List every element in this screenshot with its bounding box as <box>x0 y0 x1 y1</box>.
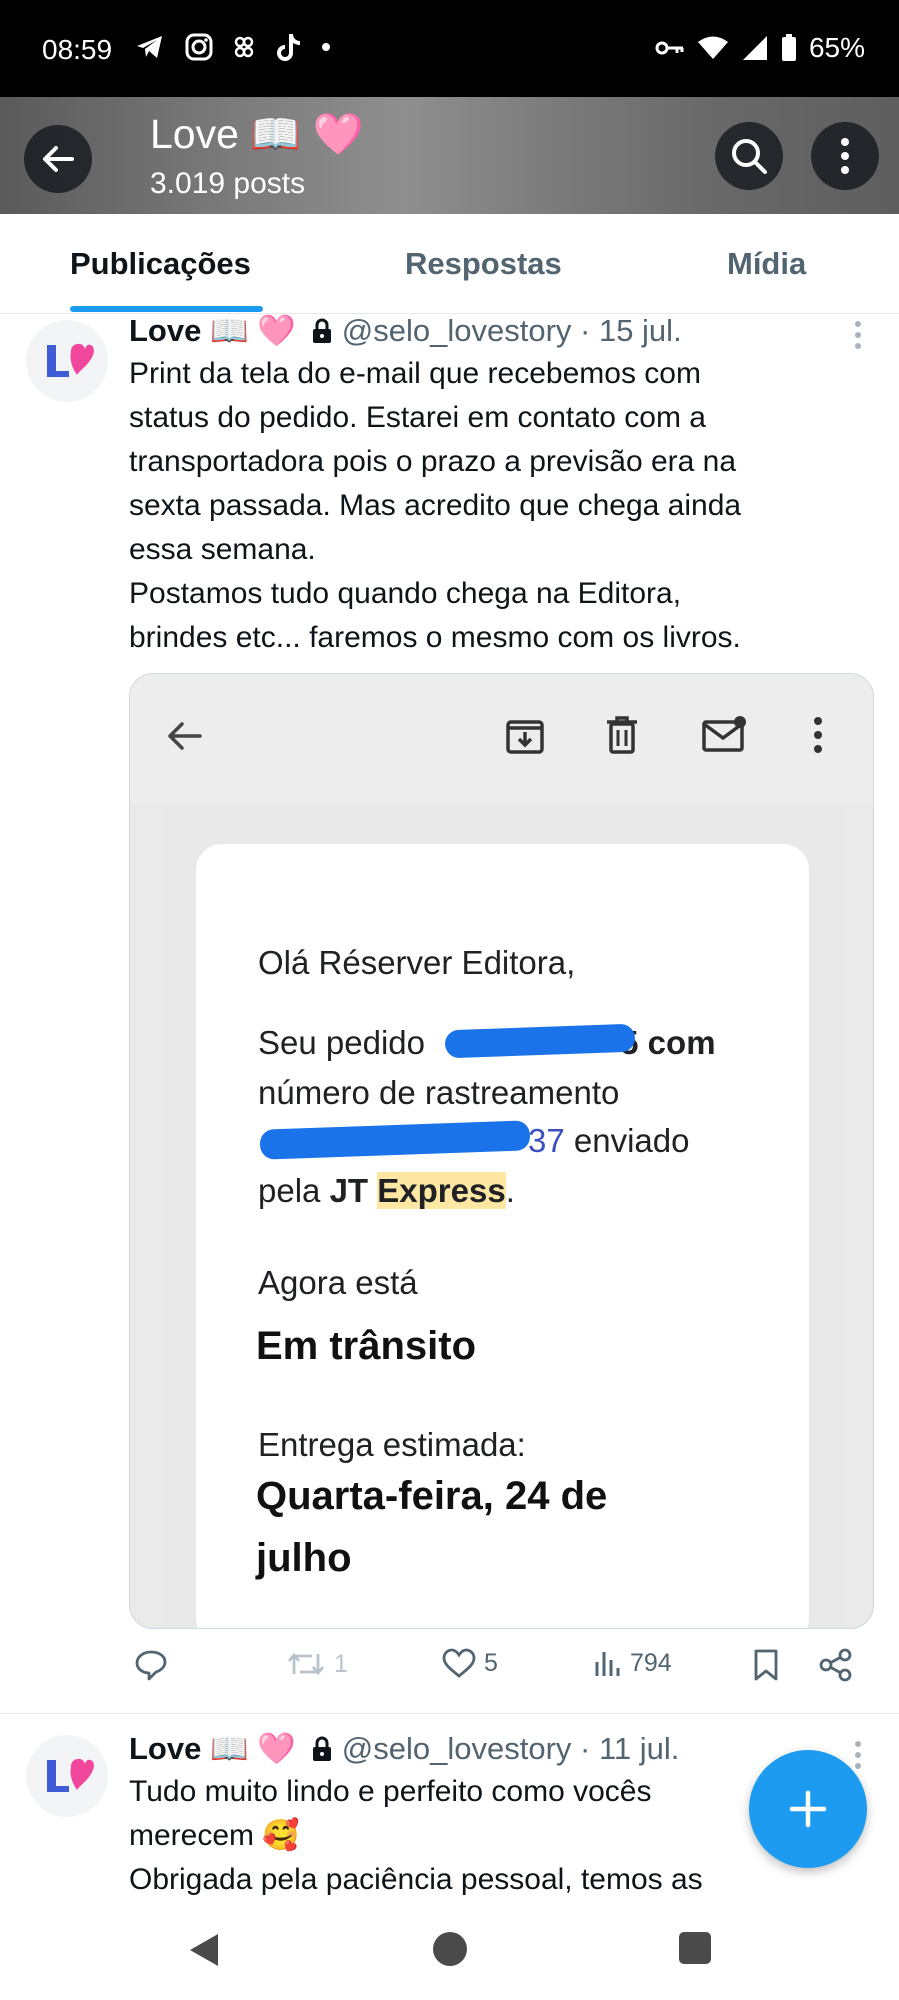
email-greeting: Olá Réserver Editora, <box>258 944 576 981</box>
post-text-line: Postamos tudo quando chega na Editora, <box>129 577 682 610</box>
email-tracking-label: número de rastreamento <box>258 1074 620 1111</box>
post-actions: 1 5 794 <box>0 1648 899 1698</box>
email-text: JT <box>329 1172 369 1209</box>
email-text: pela <box>258 1172 321 1209</box>
post-text: Tudo muito lindo e perfeito como vocês m… <box>129 1770 779 1902</box>
post-handle-date[interactable]: @selo_lovestory · 15 jul. <box>342 313 682 349</box>
retweet-count: 1 <box>334 1649 348 1678</box>
search-button[interactable] <box>715 122 783 190</box>
email-text: 5 com <box>620 1024 716 1061</box>
instagram-icon <box>185 33 213 61</box>
like-count: 5 <box>484 1648 498 1677</box>
arrow-left-icon <box>168 722 202 750</box>
wifi-icon <box>697 36 728 59</box>
plus-icon <box>789 1790 827 1828</box>
retweet-button[interactable]: 1 <box>286 1648 348 1680</box>
email-toolbar <box>130 674 873 804</box>
signal-icon <box>742 36 767 60</box>
email-highlight: Express <box>377 1172 506 1209</box>
post-text-line: status do pedido. Estarei em contato com… <box>129 401 706 434</box>
key-icon <box>655 41 684 55</box>
post-text-line: essa semana. <box>129 533 316 566</box>
post-divider <box>0 1713 899 1714</box>
avatar[interactable] <box>26 1735 108 1817</box>
trash-icon <box>607 716 637 754</box>
love-logo-icon <box>47 343 94 377</box>
nav-home-icon[interactable] <box>431 1930 469 1968</box>
bookmark-icon <box>754 1649 778 1681</box>
profile-header: Love 📖 🩷 3.019 posts <box>0 97 899 214</box>
search-icon <box>732 139 767 174</box>
telegram-icon <box>137 36 162 58</box>
status-time: 08:59 <box>42 34 113 65</box>
email-text: 37 <box>528 1122 565 1159</box>
nav-back-icon[interactable] <box>186 1930 222 1970</box>
heart-icon <box>442 1648 476 1678</box>
avatar[interactable] <box>26 320 108 402</box>
link-icon <box>234 36 254 58</box>
tab-publicacoes[interactable]: Publicações <box>70 246 251 282</box>
nav-recents-icon[interactable] <box>677 1930 713 1966</box>
back-button[interactable] <box>24 125 92 193</box>
email-delivery-date: julho <box>256 1536 352 1580</box>
post-text-line: brindes etc... faremos o mesmo com os li… <box>129 621 741 654</box>
post-text-line: merecem 🥰 <box>129 1819 300 1852</box>
view-count: 794 <box>630 1648 672 1677</box>
email-delivery-label: Entrega estimada: <box>258 1426 526 1463</box>
system-nav-bar <box>0 1900 899 2000</box>
bookmark-button[interactable] <box>752 1648 780 1682</box>
dot-icon <box>322 43 330 51</box>
arrow-left-icon <box>43 146 74 172</box>
post-handle-date[interactable]: @selo_lovestory · 11 jul. <box>342 1731 680 1767</box>
love-logo-icon <box>47 1758 94 1792</box>
profile-tabs: Publicações Respostas Mídia <box>0 214 899 314</box>
tab-midia[interactable]: Mídia <box>727 246 806 282</box>
tab-respostas[interactable]: Respostas <box>405 246 562 282</box>
posts-count: 3.019 posts <box>150 167 306 200</box>
post-text: Print da tela do e-mail que recebemos co… <box>129 352 864 660</box>
status-icons-left <box>135 32 331 62</box>
bar-chart-icon <box>595 1652 620 1676</box>
status-bar: 08:59 65% <box>0 0 899 100</box>
email-text: . <box>505 1172 515 1209</box>
lock-icon <box>312 1736 331 1761</box>
email-text: Seu pedido <box>258 1024 425 1061</box>
post-author[interactable]: Love 📖 🩷 <box>129 312 296 349</box>
battery-percent: 65% <box>808 32 865 63</box>
post-header: Love 📖 🩷 @selo_lovestory · 15 jul. <box>129 312 682 349</box>
share-icon <box>819 1648 852 1682</box>
post-author[interactable]: Love 📖 🩷 <box>129 1730 296 1767</box>
views-button[interactable]: 794 <box>594 1648 672 1678</box>
post-header: Love 📖 🩷 @selo_lovestory · 11 jul. <box>129 1730 679 1767</box>
email-carrier-line: pela JT Express. <box>258 1172 515 1210</box>
tiktok-icon <box>277 34 300 61</box>
mark-unread-icon <box>702 716 746 752</box>
post-text-line: sexta passada. Mas acredito que chega ai… <box>129 489 742 522</box>
status-icons-right: 65% <box>655 32 865 64</box>
share-button[interactable] <box>819 1648 853 1682</box>
more-vertical-icon <box>841 138 849 174</box>
email-status-label: Agora está <box>258 1264 418 1301</box>
battery-icon <box>781 34 796 61</box>
retweet-icon <box>287 1652 325 1676</box>
profile-title: Love 📖 🩷 <box>150 111 364 157</box>
email-text: enviado <box>573 1122 690 1159</box>
email-delivery-date: Quarta-feira, 24 de <box>256 1474 608 1518</box>
post-text-line: Obrigada pela paciência pessoal, temos a… <box>129 1863 703 1896</box>
archive-icon <box>506 720 544 754</box>
reply-icon <box>135 1650 167 1681</box>
post-text-line: Print da tela do e-mail que recebemos co… <box>129 357 701 390</box>
like-button[interactable]: 5 <box>442 1648 498 1678</box>
email-status-value: Em trânsito <box>256 1324 477 1368</box>
more-vertical-icon <box>814 717 822 753</box>
post-media-image[interactable]: Olá Réserver Editora, Seu pedido 5 com n… <box>129 673 874 1629</box>
post-text-line: Tudo muito lindo e perfeito como vocês <box>129 1775 652 1808</box>
reply-button[interactable] <box>134 1648 168 1682</box>
compose-button[interactable] <box>749 1750 867 1868</box>
more-options-button[interactable] <box>811 122 879 190</box>
post-text-line: transportadora pois o prazo a previsão e… <box>129 445 737 478</box>
lock-icon <box>312 318 331 343</box>
